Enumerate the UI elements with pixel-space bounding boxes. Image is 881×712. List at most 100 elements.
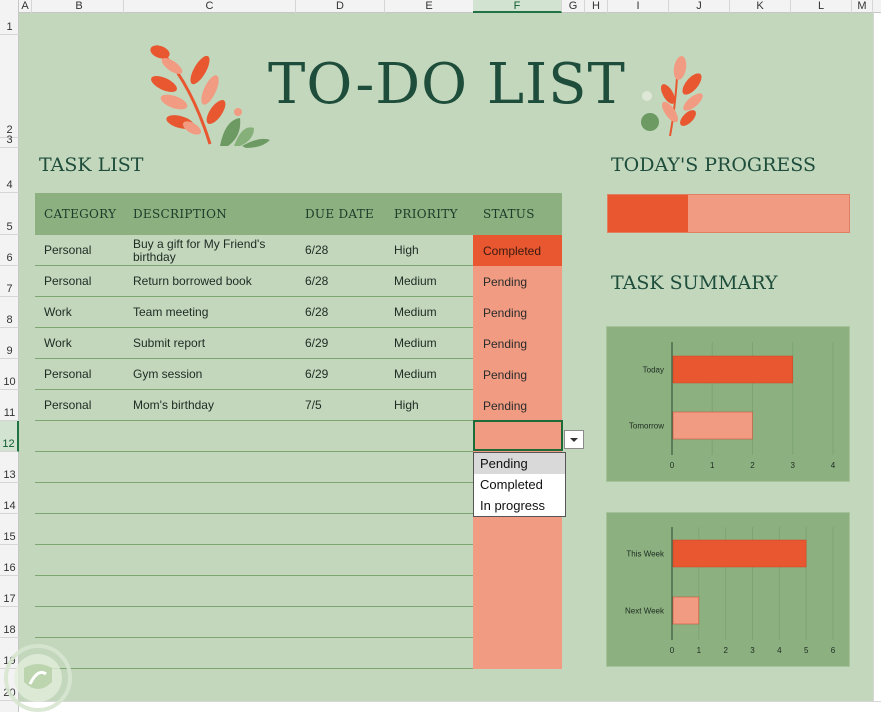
weekly-task-chart[interactable]: 0 1 2 3 4 5 6 This Week Next Week <box>606 512 850 667</box>
due-date-cell[interactable] <box>305 421 390 452</box>
category-cell[interactable]: Work <box>44 297 129 328</box>
row-header-8[interactable]: 8 <box>0 297 19 328</box>
description-cell[interactable] <box>133 452 298 483</box>
status-cell[interactable]: Pending <box>473 328 562 359</box>
status-cell[interactable] <box>473 514 562 545</box>
priority-cell[interactable]: High <box>394 390 479 421</box>
status-cell[interactable] <box>473 638 562 669</box>
dropdown-option[interactable]: In progress <box>474 495 565 516</box>
due-date-cell[interactable]: 6/29 <box>305 328 390 359</box>
status-cell[interactable] <box>473 545 562 576</box>
priority-cell[interactable] <box>394 514 479 545</box>
row-header-1[interactable]: 1 <box>0 13 19 35</box>
description-cell[interactable]: Mom's birthday <box>133 390 298 421</box>
due-date-cell[interactable]: 7/5 <box>305 390 390 421</box>
row-header-9[interactable]: 9 <box>0 328 19 359</box>
category-cell[interactable] <box>44 483 129 514</box>
status-cell[interactable]: Pending <box>473 266 562 297</box>
row-header-16[interactable]: 16 <box>0 545 19 576</box>
description-cell[interactable]: Return borrowed book <box>133 266 298 297</box>
category-cell[interactable] <box>44 576 129 607</box>
due-date-cell[interactable] <box>305 483 390 514</box>
status-cell[interactable] <box>473 607 562 638</box>
priority-cell[interactable]: Medium <box>394 328 479 359</box>
due-date-cell[interactable]: 6/29 <box>305 359 390 390</box>
priority-cell[interactable]: High <box>394 235 479 266</box>
status-cell[interactable] <box>473 576 562 607</box>
row-header-4[interactable]: 4 <box>0 148 19 193</box>
column-header-i[interactable]: I <box>608 0 669 13</box>
description-cell[interactable] <box>133 514 298 545</box>
header-category[interactable]: CATEGORY <box>44 193 116 235</box>
row-header-17[interactable]: 17 <box>0 576 19 607</box>
category-cell[interactable] <box>44 452 129 483</box>
column-header-a[interactable]: A <box>19 0 32 13</box>
due-date-cell[interactable] <box>305 607 390 638</box>
row-header-11[interactable]: 11 <box>0 390 19 421</box>
header-due-date[interactable]: DUE DATE <box>305 193 374 235</box>
row-header-7[interactable]: 7 <box>0 266 19 297</box>
priority-cell[interactable] <box>394 607 479 638</box>
priority-cell[interactable]: Medium <box>394 266 479 297</box>
row-header-13[interactable]: 13 <box>0 452 19 483</box>
category-cell[interactable]: Personal <box>44 266 129 297</box>
chart-bar[interactable] <box>672 411 753 440</box>
select-all-corner[interactable] <box>0 0 19 13</box>
column-header-f[interactable]: F <box>473 0 562 13</box>
header-priority[interactable]: PRIORITY <box>394 193 458 235</box>
due-date-cell[interactable] <box>305 514 390 545</box>
due-date-cell[interactable] <box>305 638 390 669</box>
description-cell[interactable] <box>133 576 298 607</box>
row-header-10[interactable]: 10 <box>0 359 19 390</box>
column-header-k[interactable]: K <box>730 0 791 13</box>
column-header-j[interactable]: J <box>669 0 730 13</box>
column-header-e[interactable]: E <box>385 0 474 13</box>
due-date-cell[interactable] <box>305 452 390 483</box>
status-cell[interactable]: Pending <box>473 390 562 421</box>
priority-cell[interactable]: Medium <box>394 297 479 328</box>
description-cell[interactable]: Submit report <box>133 328 298 359</box>
row-header-15[interactable]: 15 <box>0 514 19 545</box>
selected-status-cell[interactable] <box>473 420 563 451</box>
chart-bar[interactable] <box>672 355 793 384</box>
due-date-cell[interactable] <box>305 545 390 576</box>
category-cell[interactable]: Personal <box>44 390 129 421</box>
due-date-cell[interactable]: 6/28 <box>305 297 390 328</box>
row-header-5[interactable]: 5 <box>0 193 19 235</box>
dropdown-option[interactable]: Pending <box>474 453 565 474</box>
category-cell[interactable] <box>44 545 129 576</box>
priority-cell[interactable] <box>394 483 479 514</box>
category-cell[interactable] <box>44 514 129 545</box>
column-header-h[interactable]: H <box>585 0 608 13</box>
status-dropdown-button[interactable] <box>564 430 584 449</box>
status-cell[interactable]: Pending <box>473 359 562 390</box>
header-status[interactable]: STATUS <box>483 193 535 235</box>
category-cell[interactable]: Work <box>44 328 129 359</box>
column-header-m[interactable]: M <box>852 0 873 13</box>
priority-cell[interactable] <box>394 452 479 483</box>
description-cell[interactable] <box>133 421 298 452</box>
row-header-14[interactable]: 14 <box>0 483 19 514</box>
status-cell[interactable]: Completed <box>473 235 562 266</box>
row-header-12[interactable]: 12 <box>0 421 19 452</box>
category-cell[interactable]: Personal <box>44 359 129 390</box>
chart-bar[interactable] <box>672 539 807 568</box>
due-date-cell[interactable] <box>305 576 390 607</box>
header-description[interactable]: DESCRIPTION <box>133 193 227 235</box>
priority-cell[interactable] <box>394 576 479 607</box>
row-header-3[interactable]: 3 <box>0 134 19 148</box>
category-cell[interactable] <box>44 607 129 638</box>
description-cell[interactable]: Buy a gift for My Friend's birthday <box>133 235 298 266</box>
category-cell[interactable] <box>44 421 129 452</box>
row-header-6[interactable]: 6 <box>0 235 19 266</box>
column-header-d[interactable]: D <box>296 0 385 13</box>
description-cell[interactable]: Gym session <box>133 359 298 390</box>
priority-cell[interactable]: Medium <box>394 359 479 390</box>
due-date-cell[interactable]: 6/28 <box>305 266 390 297</box>
column-header-l[interactable]: L <box>791 0 852 13</box>
priority-cell[interactable] <box>394 421 479 452</box>
row-header-18[interactable]: 18 <box>0 607 19 638</box>
description-cell[interactable] <box>133 607 298 638</box>
daily-task-chart[interactable]: 0 1 2 3 4 Today Tomorrow <box>606 326 850 482</box>
chart-bar[interactable] <box>672 596 700 625</box>
